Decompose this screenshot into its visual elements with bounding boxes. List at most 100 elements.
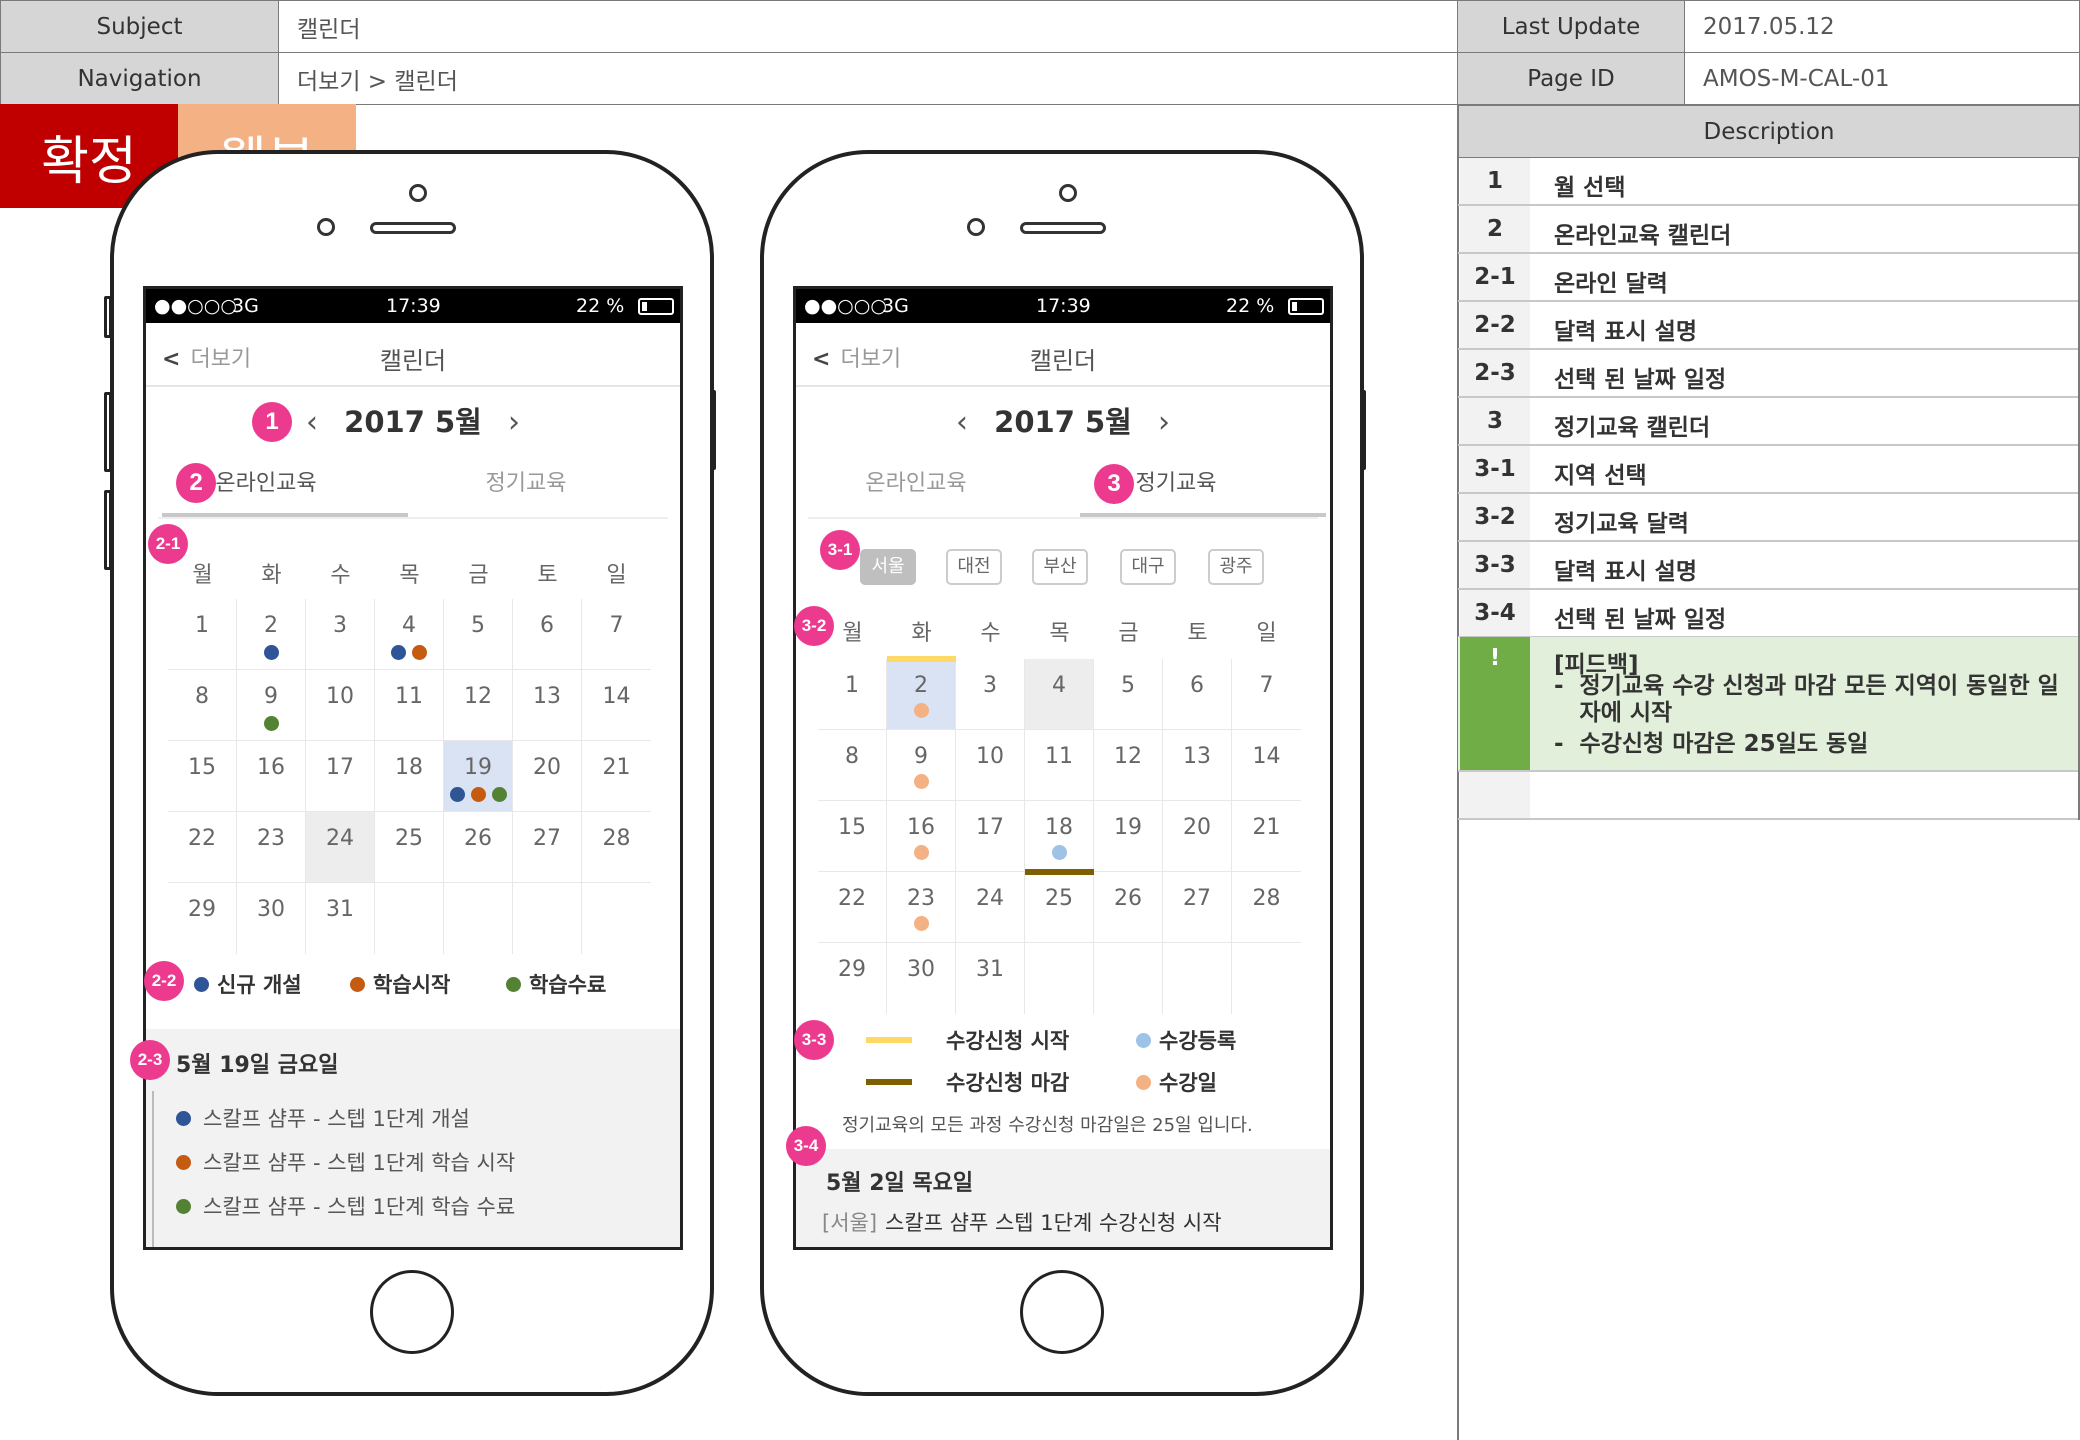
calendar-day[interactable]: 24 xyxy=(306,812,375,883)
event-item[interactable]: 스칼프 샴푸 - 스텝 1단계 개설 xyxy=(176,1103,470,1133)
day-number: 21 xyxy=(602,755,631,780)
phone2-speaker xyxy=(1020,222,1106,234)
calendar-day[interactable]: 26 xyxy=(444,812,513,883)
calendar-day[interactable]: 6 xyxy=(1163,659,1232,730)
calendar-day[interactable]: 4 xyxy=(375,599,444,670)
tab-regular[interactable]: 정기교육 xyxy=(446,465,606,507)
calendar-day[interactable]: 22 xyxy=(818,872,887,943)
calendar-day[interactable]: 23 xyxy=(887,872,956,943)
calendar-day[interactable]: 6 xyxy=(513,599,582,670)
calendar-day[interactable]: 5 xyxy=(444,599,513,670)
calendar-day[interactable]: 14 xyxy=(1232,730,1301,801)
calendar-day[interactable]: 1 xyxy=(818,659,887,730)
calendar-day[interactable]: 8 xyxy=(168,670,237,741)
calendar-day[interactable]: 24 xyxy=(956,872,1025,943)
calendar-day[interactable]: 9 xyxy=(887,730,956,801)
page-title: 캘린더 xyxy=(1029,347,1097,375)
calendar-day[interactable]: 3 xyxy=(306,599,375,670)
calendar-empty-cell xyxy=(1232,943,1301,1014)
legend-class-dot xyxy=(1136,1074,1151,1090)
calendar-day[interactable]: 15 xyxy=(818,801,887,872)
calendar-day[interactable]: 12 xyxy=(1094,730,1163,801)
calendar-day[interactable]: 10 xyxy=(956,730,1025,801)
calendar-day[interactable]: 30 xyxy=(237,883,306,954)
calendar-day[interactable]: 3 xyxy=(956,659,1025,730)
detail-date: 5월 2일 목요일 xyxy=(826,1171,974,1196)
next-month-icon[interactable]: › xyxy=(1158,405,1170,440)
calendar-day[interactable]: 13 xyxy=(1163,730,1232,801)
calendar-day[interactable]: 29 xyxy=(168,883,237,954)
calendar-day[interactable]: 8 xyxy=(818,730,887,801)
calendar-day[interactable]: 15 xyxy=(168,741,237,812)
annotation-marker-2-1: 2-1 xyxy=(148,524,188,564)
legend-new-dot xyxy=(194,976,209,992)
calendar-day[interactable]: 13 xyxy=(513,670,582,741)
calendar-day[interactable]: 22 xyxy=(168,812,237,883)
weekday-label: 일 xyxy=(606,563,627,588)
calendar-day[interactable]: 17 xyxy=(956,801,1025,872)
calendar-day[interactable]: 28 xyxy=(582,812,651,883)
calendar-day[interactable]: 27 xyxy=(1163,872,1232,943)
region-button[interactable]: 대구 xyxy=(1120,549,1176,585)
phone1-home-button[interactable] xyxy=(370,1270,454,1354)
page-id-label: Page ID xyxy=(1457,52,1685,105)
day-event-dots xyxy=(444,787,512,802)
calendar-day[interactable]: 31 xyxy=(306,883,375,954)
calendar-day[interactable]: 29 xyxy=(818,943,887,1014)
next-month-icon[interactable]: › xyxy=(508,405,520,440)
calendar-day[interactable]: 25 xyxy=(375,812,444,883)
calendar-day[interactable]: 25 xyxy=(1025,872,1094,943)
calendar-day[interactable]: 5 xyxy=(1094,659,1163,730)
calendar-day[interactable]: 17 xyxy=(306,741,375,812)
calendar-day[interactable]: 9 xyxy=(237,670,306,741)
tab-divider xyxy=(808,517,1318,519)
calendar-day[interactable]: 20 xyxy=(1163,801,1232,872)
calendar-day[interactable]: 2 xyxy=(887,659,956,730)
calendar-day[interactable]: 18 xyxy=(375,741,444,812)
calendar-day[interactable]: 14 xyxy=(582,670,651,741)
calendar-day[interactable]: 7 xyxy=(582,599,651,670)
calendar-day[interactable]: 23 xyxy=(237,812,306,883)
calendar-day[interactable]: 11 xyxy=(375,670,444,741)
calendar-day[interactable]: 12 xyxy=(444,670,513,741)
calendar-day[interactable]: 20 xyxy=(513,741,582,812)
region-button[interactable]: 대전 xyxy=(946,549,1002,585)
calendar-day[interactable]: 26 xyxy=(1094,872,1163,943)
day-event-dots xyxy=(375,645,443,660)
tab-divider xyxy=(158,517,668,519)
calendar-day[interactable]: 1 xyxy=(168,599,237,670)
tab-online[interactable]: 온라인교육 xyxy=(836,465,996,507)
calendar-day[interactable]: 4 xyxy=(1025,659,1094,730)
event-item[interactable]: 스칼프 샴푸 - 스텝 1단계 학습 수료 xyxy=(176,1191,515,1221)
description-row: 2 온라인교육 캘린더 xyxy=(1458,206,2080,254)
day-number: 10 xyxy=(976,744,1004,769)
phone2-home-button[interactable] xyxy=(1020,1270,1104,1354)
event-dot xyxy=(1051,845,1067,860)
calendar-day[interactable]: 27 xyxy=(513,812,582,883)
calendar-day[interactable]: 16 xyxy=(887,801,956,872)
event-item[interactable]: 스칼프 샴푸 - 스텝 1단계 학습 시작 xyxy=(176,1147,515,1177)
day-number: 26 xyxy=(464,826,492,851)
description-text: 선택 된 날짜 일정 xyxy=(1554,607,1727,633)
calendar-day[interactable]: 19 xyxy=(1094,801,1163,872)
calendar-day[interactable]: 10 xyxy=(306,670,375,741)
calendar-day[interactable]: 30 xyxy=(887,943,956,1014)
calendar-day[interactable]: 11 xyxy=(1025,730,1094,801)
event-item[interactable]: [서울] 스칼프 샴푸 스텝 1단계 수강신청 시작 xyxy=(822,1207,1222,1237)
calendar-day[interactable]: 7 xyxy=(1232,659,1301,730)
description-text: 선택 된 날짜 일정 xyxy=(1554,367,1727,393)
calendar-day[interactable]: 19 xyxy=(444,741,513,812)
calendar-day[interactable]: 21 xyxy=(582,741,651,812)
region-button[interactable]: 부산 xyxy=(1032,549,1088,585)
calendar-day[interactable]: 28 xyxy=(1232,872,1301,943)
feedback-bullet: - xyxy=(1554,673,1564,699)
calendar-day[interactable]: 2 xyxy=(237,599,306,670)
calendar-day[interactable]: 18 xyxy=(1025,801,1094,872)
region-button[interactable]: 광주 xyxy=(1208,549,1264,585)
calendar-day[interactable]: 21 xyxy=(1232,801,1301,872)
day-event-dots xyxy=(887,703,955,718)
calendar-day[interactable]: 31 xyxy=(956,943,1025,1014)
calendar-day[interactable]: 16 xyxy=(237,741,306,812)
signal-icon: ●●○○○ xyxy=(154,295,237,317)
region-button[interactable]: 서울 xyxy=(860,549,916,585)
